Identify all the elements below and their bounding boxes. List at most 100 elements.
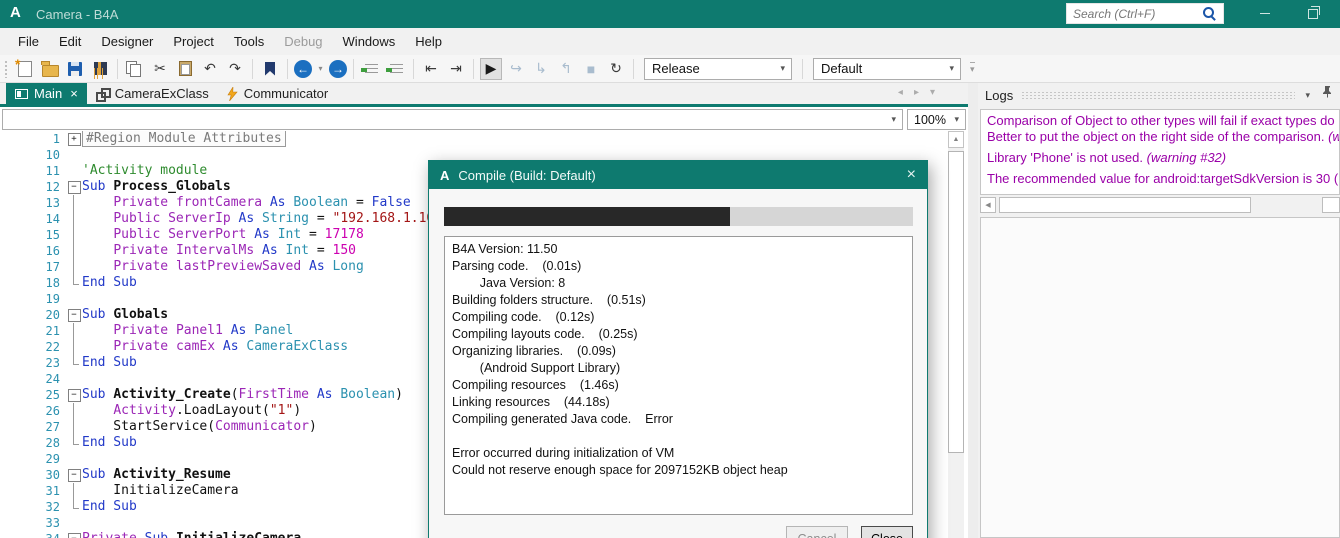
toolbar-grip[interactable] (4, 59, 8, 78)
panel-splitter[interactable] (968, 83, 978, 538)
log-warning[interactable]: Library 'Phone' is not used. (warning #3… (987, 150, 1339, 166)
logs-warning-list[interactable]: Comparison of Object to other types will… (980, 109, 1340, 195)
scroll-left-icon[interactable]: ◀ (980, 197, 996, 213)
run-icon[interactable]: ▶ (480, 57, 502, 80)
code-text: Public ServerPort As Int = 17178 (113, 227, 364, 242)
redo-icon[interactable]: ↷ (224, 58, 246, 80)
code-text: Sub Globals (82, 307, 169, 322)
scroll-up-icon[interactable]: ▲ (948, 131, 964, 148)
code-text: Sub Process_Globals (82, 179, 231, 194)
fold-margin (66, 483, 82, 499)
code-text: Sub Activity_Resume (82, 467, 231, 482)
fold-margin: + (66, 131, 82, 147)
chevron-down-icon[interactable]: ▾ (950, 114, 963, 125)
scrollbar-thumb[interactable] (999, 197, 1251, 213)
collapse-icon[interactable]: − (67, 180, 81, 194)
scrollbar-thumb[interactable] (948, 151, 964, 453)
close-icon[interactable]: × (907, 167, 916, 183)
collapse-icon[interactable]: − (67, 308, 81, 322)
undo-icon[interactable]: ↶ (199, 58, 221, 80)
tab-label: Communicator (243, 86, 329, 101)
compile-output-line: Could not reserve enough space for 20971… (452, 463, 788, 477)
logs-menu-caret-icon[interactable]: ▾ (1305, 90, 1310, 101)
save-icon[interactable] (64, 58, 86, 80)
uncomment-icon[interactable] (385, 58, 407, 80)
log-warning-line: Better to put the object on the right si… (987, 129, 1339, 144)
fold-margin (66, 291, 82, 307)
menu-item-file[interactable]: File (8, 28, 49, 55)
open-project-icon[interactable] (39, 58, 61, 80)
log-warning-line: Comparison of Object to other types will… (987, 113, 1339, 128)
line-number: 12 (45, 180, 60, 194)
collapse-icon[interactable]: − (67, 388, 81, 402)
compile-output-line (452, 428, 905, 445)
bookmark-icon[interactable] (259, 58, 281, 80)
log-warning[interactable]: Comparison of Object to other types will… (987, 113, 1339, 145)
toolbar-overflow-icon[interactable]: ▾ (970, 62, 975, 75)
indent-icon[interactable]: ⇥ (445, 58, 467, 80)
code-text: End Sub (82, 499, 137, 514)
restore-button[interactable] (1296, 0, 1330, 28)
fold-margin (66, 323, 82, 339)
menu-item-designer[interactable]: Designer (91, 28, 163, 55)
search-input[interactable] (1067, 6, 1202, 21)
navigate-back-icon[interactable]: ← (294, 59, 312, 78)
tab-cameraexclass[interactable]: CameraExClass (87, 83, 218, 104)
scroll-right-icon[interactable] (1322, 197, 1340, 213)
menu-item-tools[interactable]: Tools (224, 28, 274, 55)
build-mode-select-value: Default (821, 61, 863, 76)
fold-guide (73, 323, 74, 339)
line-number: 25 (45, 388, 60, 402)
menu-item-windows[interactable]: Windows (333, 28, 406, 55)
package-icon[interactable] (89, 58, 111, 80)
minimize-button[interactable] (1248, 0, 1282, 28)
fold-guide (73, 211, 74, 227)
new-file-icon[interactable] (14, 56, 36, 80)
member-nav-select[interactable]: ▾ (2, 109, 903, 130)
expand-icon[interactable]: + (67, 132, 81, 146)
tab-list-caret-icon[interactable]: ▾ (930, 87, 935, 98)
chevron-down-icon[interactable]: ▾ (776, 63, 789, 74)
close-button[interactable]: × (1334, 0, 1340, 28)
logs-drag-texture[interactable] (1021, 90, 1296, 100)
code-text: Sub Activity_Create(FirstTime As Boolean… (82, 387, 403, 402)
collapse-icon[interactable]: − (67, 468, 81, 482)
menu-item-edit[interactable]: Edit (49, 28, 91, 55)
tab-close-icon[interactable]: × (70, 86, 78, 101)
comment-icon[interactable] (360, 58, 382, 80)
paste-icon[interactable] (174, 58, 196, 80)
compile-output-box[interactable]: B4A Version: 11.50 Parsing code. (0.01s) … (444, 236, 913, 515)
back-history-caret-icon[interactable]: ▾ (315, 58, 326, 80)
build-mode-select[interactable]: Default ▾ (813, 57, 961, 80)
tab-main[interactable]: Main × (6, 83, 87, 104)
compile-output-line: Building folders structure. (0.51s) (452, 293, 646, 307)
chevron-down-icon[interactable]: ▾ (945, 63, 958, 74)
rebuild-icon[interactable]: ↻ (605, 58, 627, 80)
restore-icon (1308, 5, 1320, 19)
build-configuration-select[interactable]: Release ▾ (644, 57, 792, 80)
outdent-icon[interactable]: ⇤ (420, 58, 442, 80)
pin-icon[interactable] (1322, 86, 1333, 104)
fold-margin (66, 451, 82, 467)
editor-vertical-scrollbar[interactable]: ▲ (948, 131, 964, 538)
log-warning[interactable]: The recommended value for android:target… (987, 171, 1339, 187)
cut-icon[interactable]: ✂ (149, 58, 171, 80)
tab-strip: Main × CameraExClass Communicator ◂ ▸ ▾ (0, 83, 968, 107)
collapse-icon[interactable]: − (67, 532, 81, 538)
close-dialog-button[interactable]: Close (861, 526, 913, 538)
navigate-forward-icon[interactable]: → (329, 59, 347, 78)
menu-item-project[interactable]: Project (163, 28, 223, 55)
menu-item-help[interactable]: Help (405, 28, 452, 55)
copy-icon[interactable] (124, 58, 146, 80)
editor-zoom-select[interactable]: 100% ▾ (907, 109, 966, 130)
search-icon[interactable] (1202, 6, 1217, 21)
logs-horizontal-scrollbar[interactable]: ◀ (980, 197, 1340, 214)
tab-communicator[interactable]: Communicator (218, 83, 338, 104)
tab-scroll-right-icon[interactable]: ▸ (914, 87, 919, 98)
tab-scroll-left-icon[interactable]: ◂ (898, 87, 903, 98)
code-text: Private lastPreviewSaved As Long (113, 259, 364, 274)
code-text: Public ServerIp As String = "192.168.1.1… (113, 211, 450, 226)
fold-guide (73, 419, 74, 435)
line-number: 13 (45, 196, 60, 210)
chevron-down-icon[interactable]: ▾ (887, 114, 900, 125)
